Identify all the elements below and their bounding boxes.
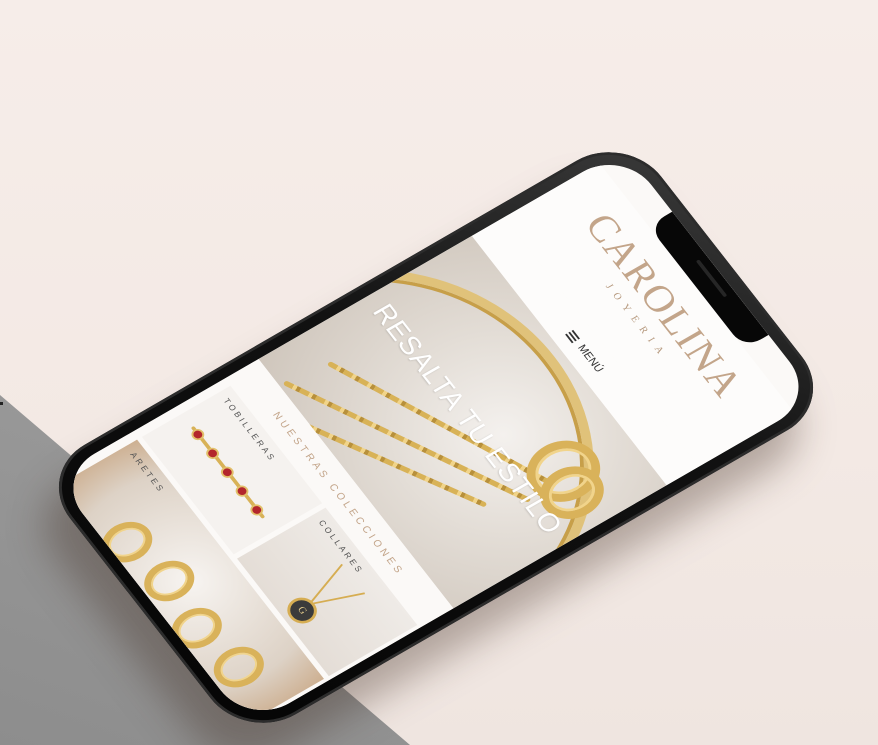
earring-image: [135, 552, 204, 610]
phone-screen: CAROLINA JOYERIA MENÚ RESALTA TU ESTILO …: [54, 148, 818, 727]
earring-image: [204, 638, 274, 696]
hamburger-menu-icon: [563, 329, 581, 344]
earring-image: [162, 599, 231, 657]
letter-pendant: G: [281, 592, 323, 629]
menu-label: MENÚ: [575, 342, 607, 375]
speaker-grille: [695, 259, 728, 298]
phone-frame: CAROLINA JOYERIA MENÚ RESALTA TU ESTILO …: [34, 131, 838, 744]
earring-image: [93, 513, 162, 571]
phone-mockup: CAROLINA JOYERIA MENÚ RESALTA TU ESTILO …: [0, 0, 878, 745]
